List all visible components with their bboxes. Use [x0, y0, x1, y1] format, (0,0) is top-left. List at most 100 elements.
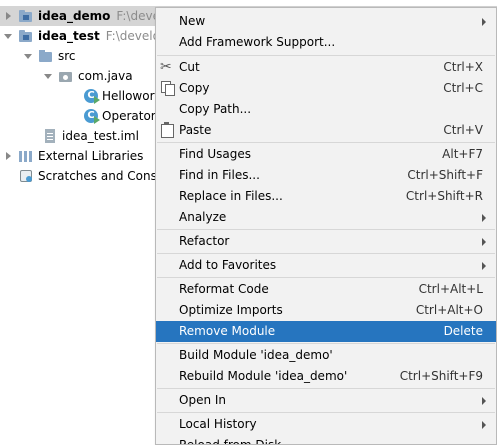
library-icon	[18, 148, 34, 164]
menu-item-shortcut: Ctrl+Shift+F9	[399, 369, 483, 383]
menu-item-label: Rebuild Module 'idea_demo'	[179, 369, 348, 383]
menu-item-label: Cut	[179, 60, 200, 74]
module-icon	[18, 8, 34, 24]
node-label: Scratches and Cons	[38, 169, 157, 183]
menu-item-open-in[interactable]: Open In	[156, 390, 496, 411]
menu-item-shortcut: Ctrl+Shift+R	[405, 189, 483, 203]
collapse-arrow-icon[interactable]	[4, 26, 14, 46]
menu-item-label: Replace in Files...	[179, 189, 283, 203]
menu-item-new[interactable]: New	[156, 11, 496, 32]
menu-separator	[157, 55, 495, 56]
submenu-arrow-icon	[482, 397, 486, 405]
module-name: idea_demo	[38, 9, 111, 23]
module-icon	[18, 28, 34, 44]
menu-item-paste[interactable]: Paste Ctrl+V	[156, 120, 496, 141]
menu-separator	[157, 343, 495, 344]
menu-item-label: Reload from Disk	[179, 438, 282, 445]
collapse-arrow-icon[interactable]	[44, 66, 54, 86]
menu-item-shortcut: Alt+F7	[442, 147, 483, 161]
menu-item-label: Copy	[179, 81, 210, 95]
menu-item-shortcut: Ctrl+X	[443, 60, 483, 74]
iml-file-icon	[42, 128, 58, 144]
copy-icon	[159, 80, 175, 96]
menu-separator	[157, 142, 495, 143]
folder-icon	[38, 48, 54, 64]
submenu-arrow-icon	[482, 238, 486, 246]
menu-item-rebuild-module[interactable]: Rebuild Module 'idea_demo' Ctrl+Shift+F9	[156, 366, 496, 387]
menu-item-shortcut: Ctrl+Alt+L	[418, 282, 483, 296]
menu-item-local-history[interactable]: Local History	[156, 414, 496, 435]
folder-name: src	[58, 49, 76, 63]
tree-node-external-libraries[interactable]: External Libraries	[4, 146, 143, 166]
menu-item-shortcut: Ctrl+Alt+O	[415, 303, 483, 317]
module-name: idea_test	[38, 29, 100, 43]
menu-item-find-in-files[interactable]: Find in Files... Ctrl+Shift+F	[156, 165, 496, 186]
node-label: External Libraries	[38, 149, 144, 163]
submenu-arrow-icon	[482, 214, 486, 222]
menu-item-add-framework-support[interactable]: Add Framework Support...	[156, 32, 496, 53]
menu-item-label: Local History	[179, 417, 257, 431]
menu-item-refactor[interactable]: Refactor	[156, 231, 496, 252]
menu-item-label: Analyze	[179, 210, 227, 224]
package-icon	[58, 68, 74, 84]
tree-node-package[interactable]: com.java	[44, 66, 133, 86]
menu-item-remove-module[interactable]: Remove Module Delete	[156, 321, 496, 342]
class-name: Hellowor	[102, 89, 155, 103]
menu-item-shortcut: Ctrl+Shift+F	[407, 168, 483, 182]
submenu-arrow-icon	[482, 262, 486, 270]
menu-item-cut[interactable]: Cut Ctrl+X	[156, 57, 496, 78]
menu-item-analyze[interactable]: Analyze	[156, 207, 496, 228]
menu-separator	[157, 412, 495, 413]
module-path: F:\develo	[105, 29, 160, 43]
menu-item-label: Build Module 'idea_demo'	[179, 348, 333, 362]
tree-node-scratches[interactable]: Scratches and Cons	[18, 166, 157, 186]
menu-item-shortcut: Delete	[443, 324, 483, 338]
menu-separator	[157, 388, 495, 389]
menu-item-label: Add Framework Support...	[179, 35, 336, 49]
scratches-icon	[18, 168, 34, 184]
menu-item-label: Add to Favorites	[179, 258, 277, 272]
menu-item-shortcut: Ctrl+V	[443, 123, 483, 137]
menu-item-optimize-imports[interactable]: Optimize Imports Ctrl+Alt+O	[156, 300, 496, 321]
expand-arrow-icon[interactable]	[4, 6, 14, 26]
submenu-arrow-icon	[482, 421, 486, 429]
menu-item-replace-in-files[interactable]: Replace in Files... Ctrl+Shift+R	[156, 186, 496, 207]
menu-item-copy[interactable]: Copy Ctrl+C	[156, 78, 496, 99]
menu-separator	[157, 253, 495, 254]
menu-item-add-to-favorites[interactable]: Add to Favorites	[156, 255, 496, 276]
menu-item-reload-from-disk[interactable]: Reload from Disk	[156, 435, 496, 445]
submenu-arrow-icon	[482, 18, 486, 26]
menu-item-label: Copy Path...	[179, 102, 252, 116]
menu-item-label: Open In	[179, 393, 227, 407]
expand-arrow-icon[interactable]	[4, 146, 14, 166]
tree-node-class[interactable]: C Hellowor	[84, 86, 155, 106]
menu-separator	[157, 277, 495, 278]
menu-item-label: New	[179, 14, 206, 28]
package-name: com.java	[78, 69, 133, 83]
menu-separator	[157, 229, 495, 230]
tree-node-idea-test[interactable]: idea_test F:\develo	[0, 26, 160, 46]
paste-icon	[159, 122, 175, 138]
java-class-icon: C	[84, 109, 100, 124]
file-name: idea_test.iml	[62, 129, 139, 143]
menu-item-label: Find in Files...	[179, 168, 260, 182]
tree-node-iml[interactable]: idea_test.iml	[42, 126, 139, 146]
menu-item-label: Remove Module	[179, 324, 276, 338]
cut-icon	[159, 57, 175, 78]
context-menu: New Add Framework Support... Cut Ctrl+X …	[155, 7, 497, 445]
reload-icon	[159, 437, 175, 444]
tree-node-src[interactable]: src	[24, 46, 76, 66]
menu-item-copy-path[interactable]: Copy Path...	[156, 99, 496, 120]
menu-item-label: Optimize Imports	[179, 303, 283, 317]
menu-item-reformat-code[interactable]: Reformat Code Ctrl+Alt+L	[156, 279, 496, 300]
class-name: Operator	[102, 109, 156, 123]
java-class-icon: C	[84, 89, 100, 104]
menu-item-label: Refactor	[179, 234, 230, 248]
menu-item-build-module[interactable]: Build Module 'idea_demo'	[156, 345, 496, 366]
menu-item-label: Reformat Code	[179, 282, 269, 296]
menu-item-label: Find Usages	[179, 147, 252, 161]
menu-item-label: Paste	[179, 123, 212, 137]
tree-node-class[interactable]: C Operator	[84, 106, 156, 126]
collapse-arrow-icon[interactable]	[24, 46, 34, 66]
menu-item-find-usages[interactable]: Find Usages Alt+F7	[156, 144, 496, 165]
